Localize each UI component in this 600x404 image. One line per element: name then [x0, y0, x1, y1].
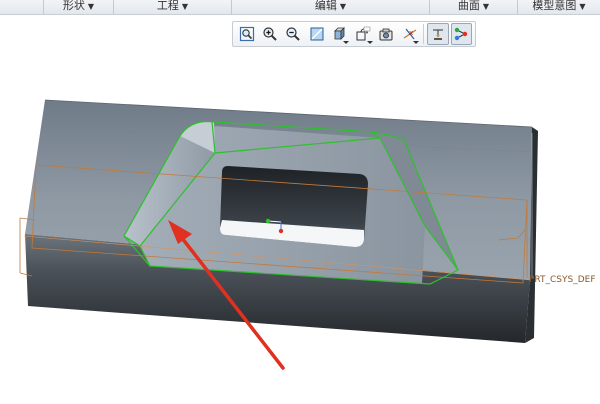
datum-display-button[interactable]: x — [399, 23, 420, 45]
annotation-display-icon — [432, 29, 443, 40]
spin-center-icon — [455, 27, 468, 41]
ribbon-group-bar: 形状 ▼ 工程 ▼ 编辑 ▼ 曲面 ▼ 模型意图 ▼ — [0, 0, 600, 15]
ribbon-group-left-stub — [0, 0, 44, 14]
chevron-down-icon: ▼ — [579, 2, 586, 11]
graphics-viewport[interactable]: PRT_CSYS_DEF — [0, 48, 600, 400]
annotation-display-button[interactable] — [427, 23, 449, 45]
ribbon-group-label: 工程 — [156, 0, 179, 12]
datum-display-icon: x — [403, 28, 417, 40]
display-style-button[interactable] — [329, 23, 350, 45]
svg-text:x: x — [409, 29, 413, 37]
ribbon-group-surface[interactable]: 曲面 ▼ — [430, 0, 518, 14]
chevron-down-icon: ▼ — [87, 2, 95, 11]
zoom-in-icon — [263, 27, 277, 41]
graphics-toolbar: x — [232, 21, 476, 47]
zoom-in-button[interactable] — [259, 23, 280, 45]
view-manager-icon — [379, 28, 393, 41]
refit-icon — [239, 26, 254, 42]
zoom-out-button[interactable] — [283, 23, 304, 45]
chevron-down-icon: ▼ — [339, 2, 347, 11]
refit-button[interactable] — [236, 23, 257, 45]
saved-orientations-icon — [356, 26, 371, 41]
ribbon-group-label: 形状 — [62, 0, 85, 12]
zoom-out-icon — [286, 27, 300, 41]
ribbon-group-shape[interactable]: 形状 ▼ — [44, 0, 114, 14]
dropdown-arrow-icon — [366, 41, 373, 44]
chevron-down-icon: ▼ — [482, 2, 490, 11]
ribbon-group-engineering[interactable]: 工程 ▼ — [114, 0, 232, 14]
saved-orientations-button[interactable] — [352, 23, 373, 45]
chevron-down-icon: ▼ — [181, 2, 189, 11]
display-style-icon — [333, 27, 345, 40]
ribbon-group-label: 曲面 — [457, 0, 480, 12]
model-canvas[interactable] — [0, 48, 600, 400]
ribbon-group-label: 编辑 — [314, 0, 337, 12]
view-manager-button[interactable] — [376, 23, 397, 45]
ribbon-group-model-intent[interactable]: 模型意图 ▼ — [518, 0, 600, 14]
repaint-icon — [310, 27, 324, 41]
dropdown-arrow-icon — [413, 41, 420, 44]
repaint-button[interactable] — [306, 23, 327, 45]
ribbon-group-label: 模型意图 — [532, 0, 577, 12]
toolbar-separator — [423, 24, 425, 44]
dropdown-arrow-icon — [343, 41, 350, 44]
spin-center-button[interactable] — [450, 23, 472, 45]
csys-label: PRT_CSYS_DEF — [529, 275, 596, 285]
ribbon-group-edit[interactable]: 编辑 ▼ — [232, 0, 430, 14]
